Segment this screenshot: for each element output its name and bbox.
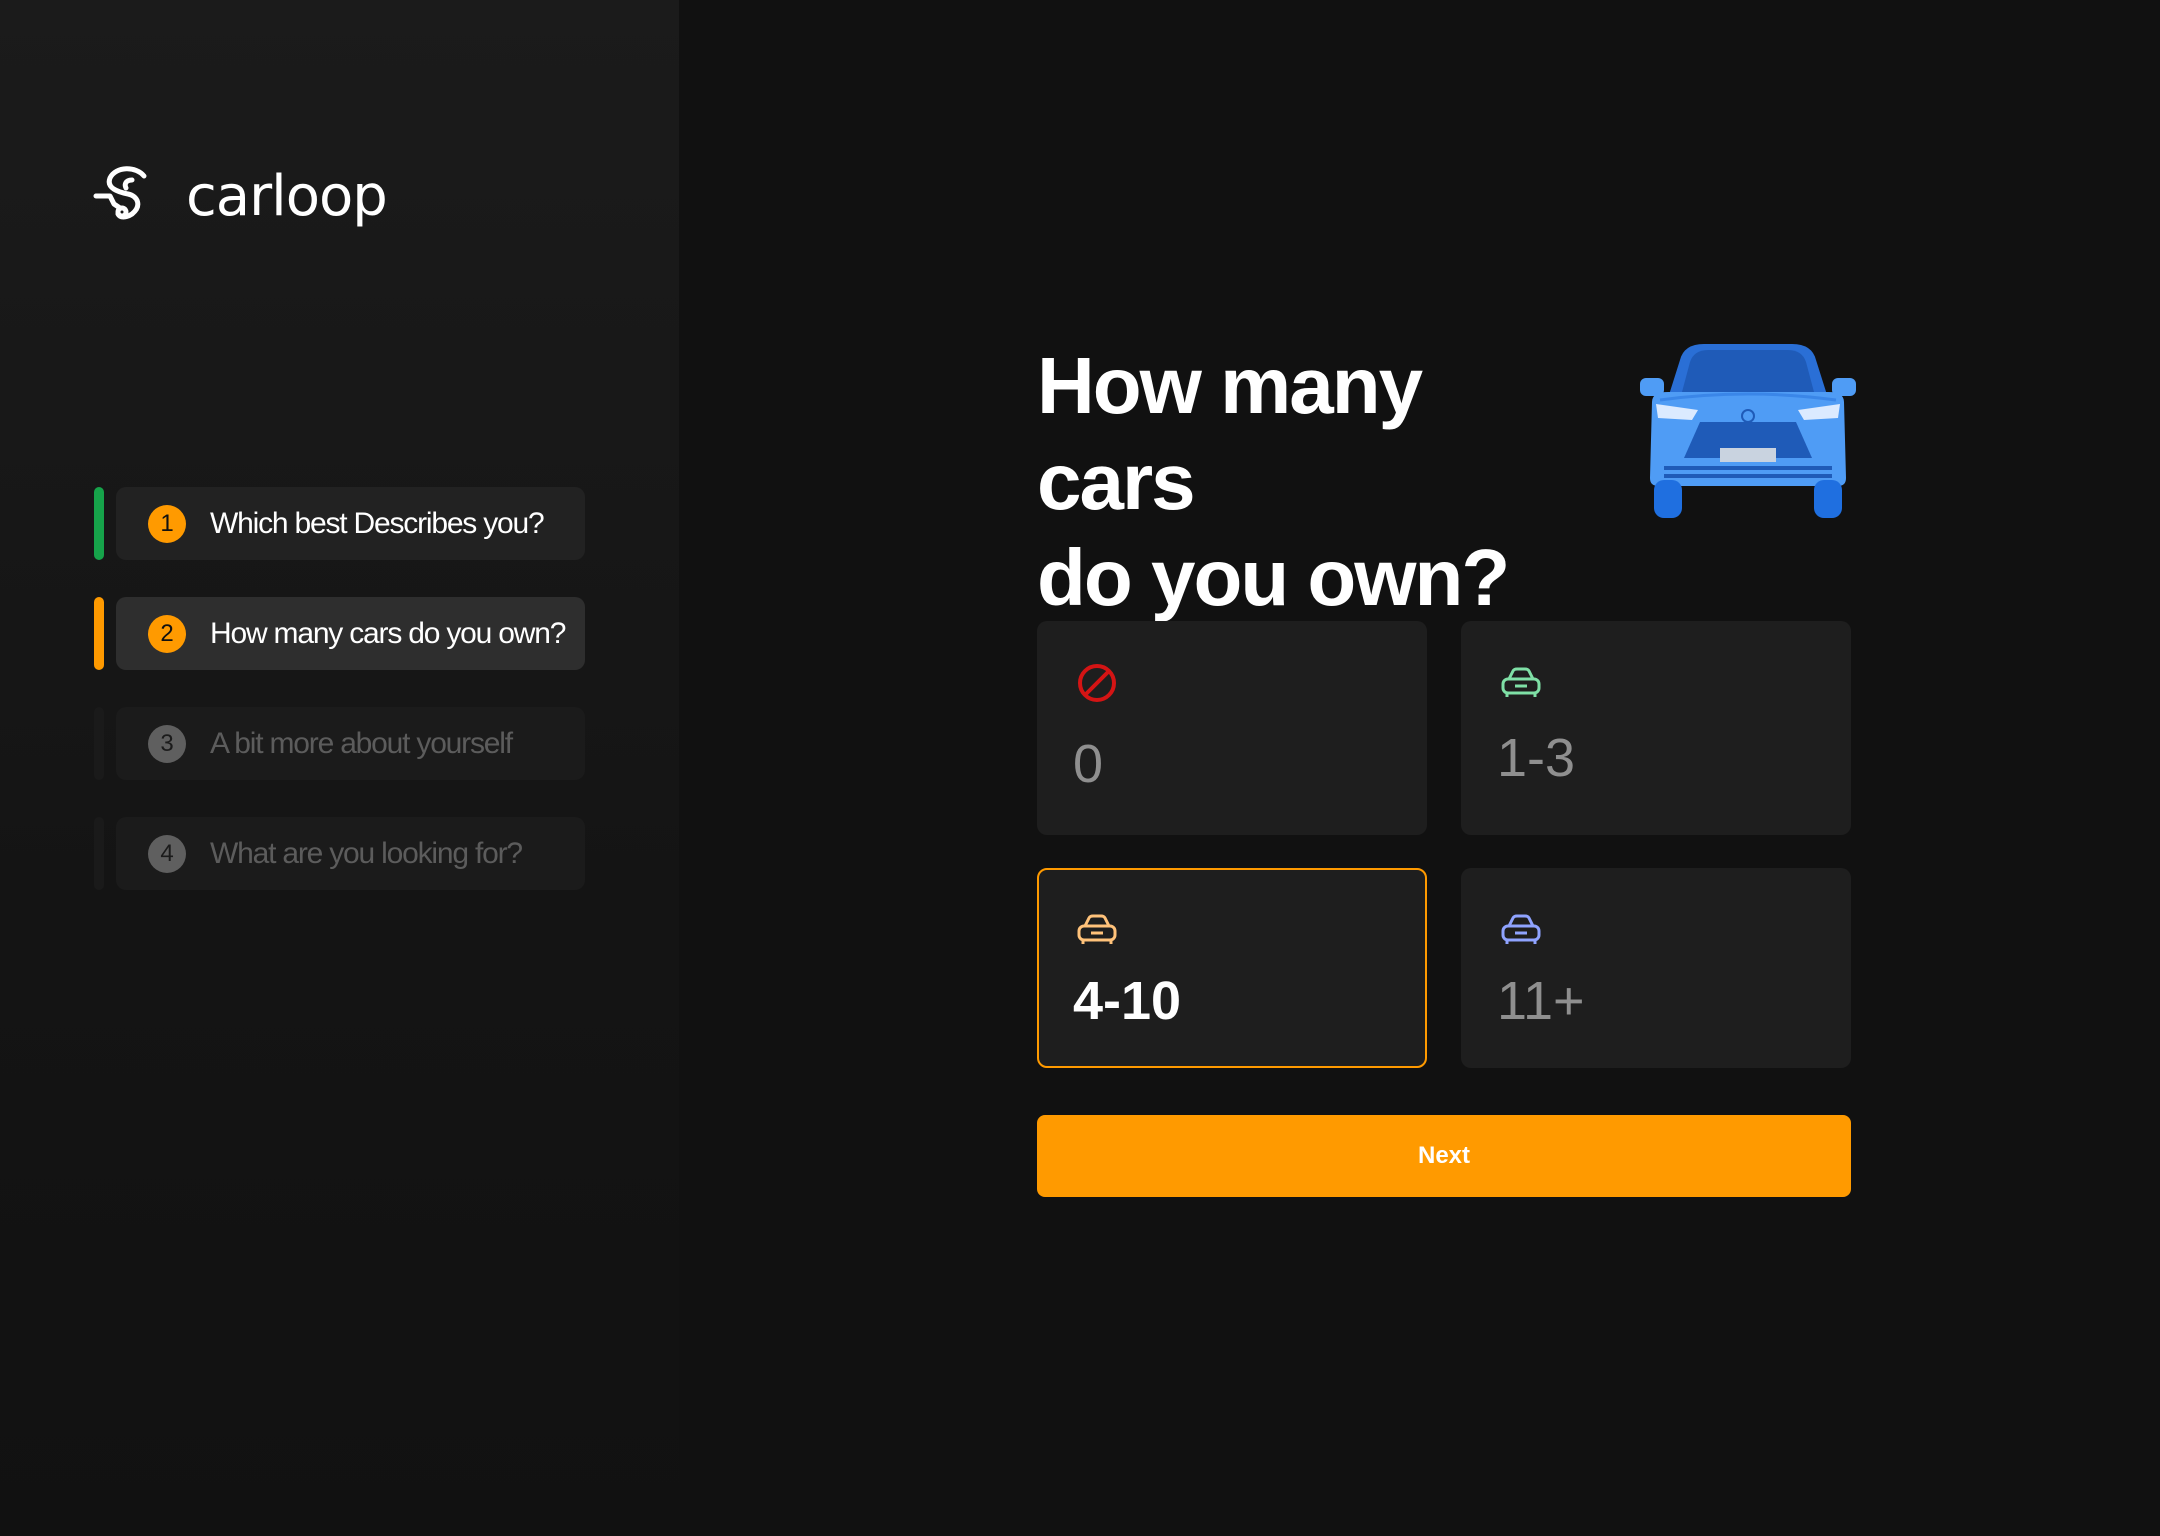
step-label: How many cars do you own? — [210, 616, 566, 650]
car-icon — [1497, 659, 1545, 707]
step-number-badge: 4 — [148, 834, 186, 873]
step-indicator-bar — [94, 597, 104, 670]
onboarding-sidebar: carloop 1 Which best Describes you? 2 Ho… — [0, 0, 679, 1536]
step-item-2[interactable]: 2 How many cars do you own? — [94, 597, 585, 670]
step-number-badge: 1 — [148, 504, 186, 543]
option-value: 1-3 — [1497, 728, 1576, 788]
option-card-1-3[interactable]: 1-3 — [1461, 621, 1851, 835]
option-value: 11+ — [1497, 971, 1585, 1031]
car-icon — [1497, 906, 1545, 954]
step-indicator-bar — [94, 487, 104, 560]
no-entry-icon — [1073, 659, 1121, 707]
option-card-0[interactable]: 0 — [1037, 621, 1427, 835]
step-indicator-bar — [94, 817, 104, 890]
step-indicator-bar — [94, 707, 104, 780]
step-item-3[interactable]: 3 A bit more about yourself — [94, 707, 585, 780]
step-number-badge: 3 — [148, 724, 186, 763]
step-item-1[interactable]: 1 Which best Describes you? — [94, 487, 585, 560]
option-value: 4-10 — [1073, 971, 1182, 1031]
option-value: 0 — [1073, 734, 1104, 794]
step-label: What are you looking for? — [210, 836, 523, 870]
car-front-illustration — [1640, 340, 1856, 520]
step-card[interactable]: 3 A bit more about yourself — [116, 707, 585, 780]
question-line-1: How many cars — [1037, 341, 1423, 526]
progress-steps: 1 Which best Describes you? 2 How many c… — [94, 487, 585, 927]
step-card[interactable]: 4 What are you looking for? — [116, 817, 585, 890]
option-card-4-10[interactable]: 4-10 — [1037, 868, 1427, 1068]
car-icon — [1073, 906, 1121, 954]
question-title: How many cars do you own? — [1037, 338, 1597, 626]
next-button[interactable]: Next — [1037, 1115, 1851, 1197]
question-line-2: do you own? — [1037, 533, 1510, 622]
carloop-logo-icon — [92, 162, 156, 231]
option-card-11-plus[interactable]: 11+ — [1461, 868, 1851, 1068]
step-label: Which best Describes you? — [210, 506, 545, 540]
brand-logo[interactable]: carloop — [92, 162, 388, 231]
step-card[interactable]: 2 How many cars do you own? — [116, 597, 585, 670]
step-label: A bit more about yourself — [210, 726, 513, 760]
step-item-4[interactable]: 4 What are you looking for? — [94, 817, 585, 890]
step-number-badge: 2 — [148, 614, 186, 653]
step-card[interactable]: 1 Which best Describes you? — [116, 487, 585, 560]
brand-name: carloop — [186, 164, 388, 229]
